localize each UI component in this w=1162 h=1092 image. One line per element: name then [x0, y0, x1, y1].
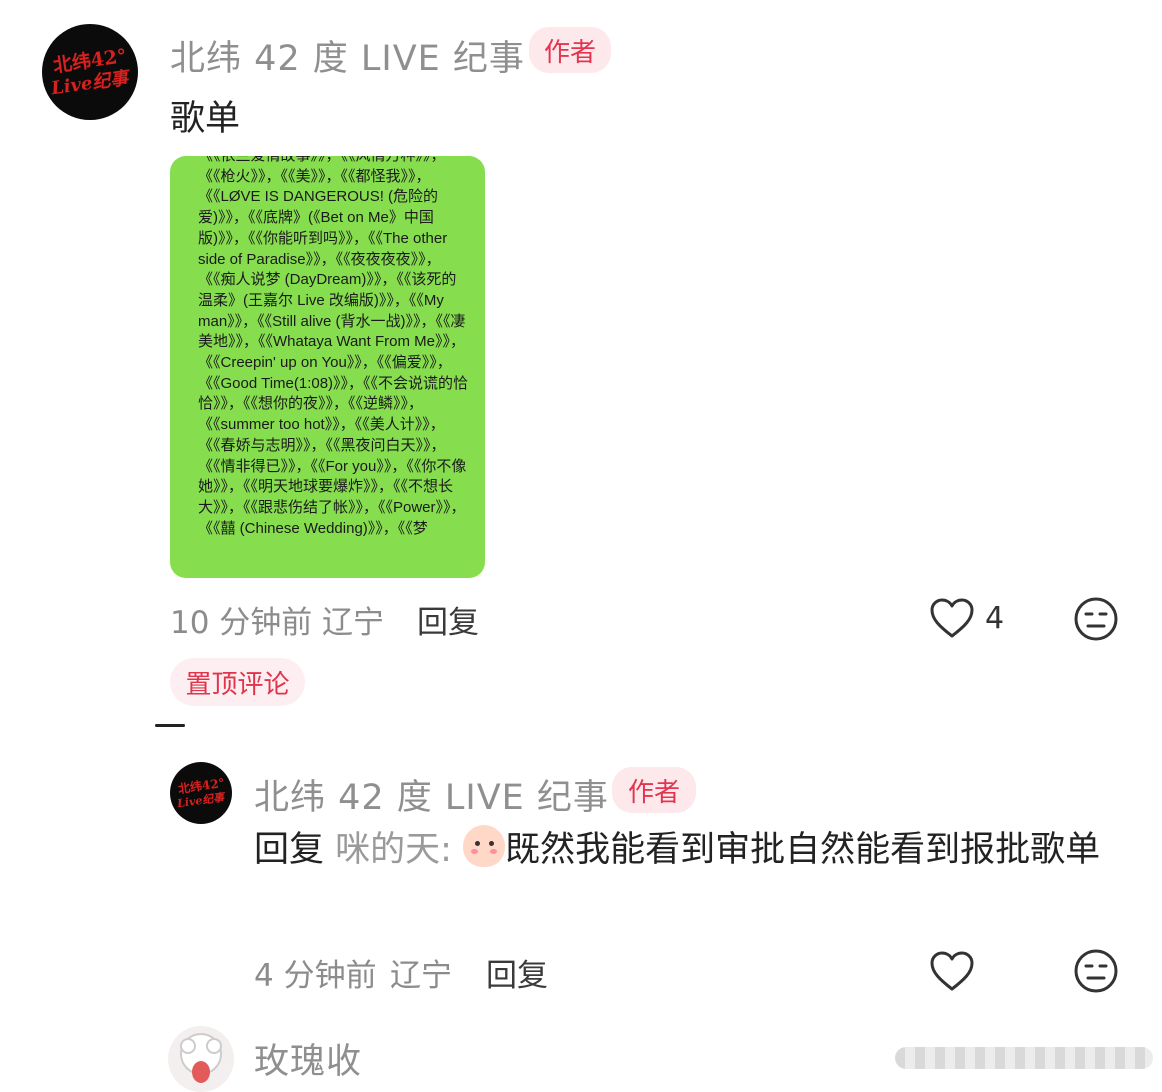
heart-outline-icon[interactable] [928, 595, 976, 641]
reply-author-badge: 作者 [612, 767, 696, 813]
neutral-face-icon[interactable] [1073, 596, 1119, 642]
reply-time: 4 分钟前 [254, 958, 377, 994]
horizontal-scroll-indicator[interactable] [895, 1047, 1153, 1069]
comment-author-name[interactable]: 北纬 42 度 LIVE 纪事 [170, 30, 525, 81]
comment-reply-button[interactable]: 回复 [417, 597, 479, 642]
comment-like-count: 4 [985, 601, 1005, 636]
reply-target-user[interactable]: 咪的天: [335, 830, 452, 870]
comment-text: 歌单 [170, 99, 241, 139]
songlist-text: 《《依兰爱情故事》》，《《风情万种》》，《《枪火》》，《《美》》，《《都怪我》》… [198, 156, 469, 537]
reply-text: 回复 咪的天: 既然我能看到审批自然能看到报批歌单 [254, 822, 1134, 879]
comment-image-songlist[interactable]: 《《依兰爱情故事》》，《《风情万种》》，《《枪火》》，《《美》》，《《都怪我》》… [170, 156, 485, 578]
author-avatar[interactable]: 北纬42° Live纪事 [42, 24, 138, 120]
next-comment-author-name[interactable]: 玫瑰收 [254, 1033, 362, 1084]
reply-prefix: 回复 [254, 830, 325, 870]
reply-body: 既然我能看到审批自然能看到报批歌单 [505, 830, 1101, 870]
collapse-divider [155, 724, 185, 727]
reply-location: 辽宁 [390, 958, 452, 994]
neutral-face-icon[interactable] [1073, 948, 1119, 994]
next-comment-avatar[interactable] [168, 1026, 234, 1092]
comment-location: 辽宁 [322, 605, 384, 641]
pinned-comment-tag: 置顶评论 [170, 658, 305, 706]
peach-face-emoji [463, 825, 506, 867]
reply-author-name[interactable]: 北纬 42 度 LIVE 纪事 [254, 769, 609, 820]
reply-author-avatar[interactable]: 北纬42° Live纪事 [170, 762, 232, 824]
comment-time: 10 分钟前 [170, 605, 313, 641]
reply-reply-button[interactable]: 回复 [486, 950, 548, 995]
author-badge: 作者 [529, 27, 611, 73]
heart-outline-icon[interactable] [928, 948, 976, 994]
